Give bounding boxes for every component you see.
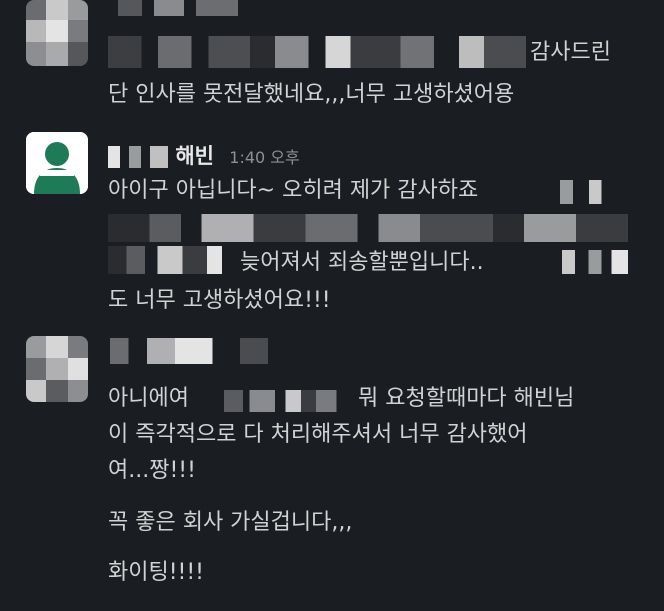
redacted-text-inline	[224, 390, 352, 412]
redacted-name-bar	[110, 338, 296, 364]
redacted-name-bar	[118, 0, 238, 16]
message-1-line-1: 감사드린	[530, 40, 611, 65]
message-3-line-3: 여...짱!!!	[108, 458, 196, 483]
message-2-line-3: 도 너무 고생하셨어요!!!	[108, 288, 331, 313]
message-3-line-4: 꼭 좋은 회사 가실겁니다,,,	[108, 510, 353, 535]
message-2: 해빈 1:40 오후 아이구 아닙니다~ 오히려 제가 감사하죠 늦어져서 죄송…	[0, 130, 664, 330]
redacted-name-prefix	[108, 146, 168, 168]
redacted-text-tail-2	[562, 250, 628, 274]
message-2-line-1: 아이구 아닙니다~ 오히려 제가 감사하죠	[108, 178, 479, 203]
redacted-text-block-2	[108, 214, 628, 242]
message-3-line-1: 아니에여	[108, 386, 189, 411]
message-3: 아니에여 뭐 요청할때마다 해빈님 이 즉각적으로 다 처리해주셔서 너무 감사…	[0, 330, 664, 611]
redacted-text-prefix	[108, 246, 232, 274]
avatar-pixelated[interactable]	[26, 336, 88, 402]
redacted-text-block	[108, 36, 526, 68]
message-1-line-2: 단 인사를 못전달했네요,,,너무 고생하셨어용	[108, 82, 515, 107]
message-3-line-1b: 뭐 요청할때마다 해빈님	[358, 386, 575, 411]
user-silhouette-svg	[26, 132, 88, 194]
message-3-line-5: 화이팅!!!!	[108, 560, 204, 585]
author-name[interactable]: 해빈 1:40 오후	[108, 140, 300, 170]
user-silhouette-icon[interactable]	[26, 132, 88, 194]
author-name-text: 해빈	[175, 144, 214, 168]
avatar-pixelated[interactable]	[26, 0, 88, 66]
message-2-line-2: 늦어져서 죄송할뿐입니다..	[240, 250, 484, 275]
message-1: 감사드린 단 인사를 못전달했네요,,,너무 고생하셨어용	[0, 0, 664, 130]
timestamp[interactable]: 1:40 오후	[229, 148, 299, 167]
redacted-text-tail	[560, 180, 624, 204]
message-3-line-2: 이 즉각적으로 다 처리해주셔서 너무 감사했어	[108, 422, 528, 447]
